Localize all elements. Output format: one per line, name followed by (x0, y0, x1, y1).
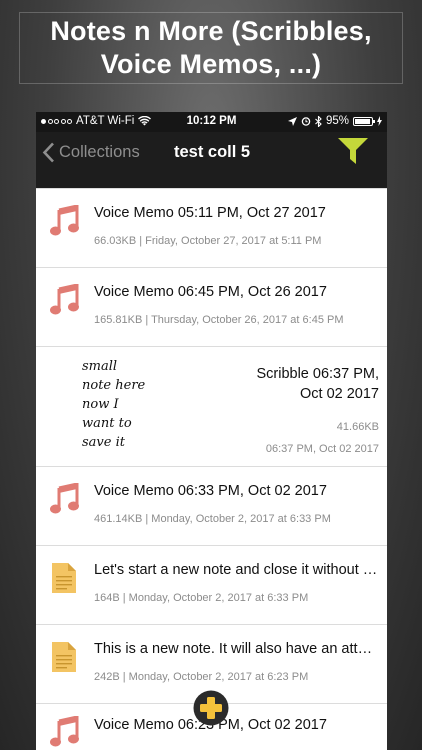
item-meta: 66.03KB | Friday, October 27, 2017 at 5:… (94, 235, 322, 247)
item-size: 41.66KB (336, 421, 379, 433)
promo-line-1: Notes n More (Scribbles, (50, 16, 372, 46)
handwriting-line: now I (82, 397, 119, 412)
page-title: test coll 5 (174, 143, 251, 161)
location-icon (287, 116, 297, 126)
music-note-icon (50, 716, 79, 747)
battery-percent: 95% (325, 115, 349, 127)
scribble-thumbnail: small note here now I want to save it (82, 357, 172, 457)
phone-screen: AT&T Wi-Fi 10:12 PM 95% Collections test… (36, 112, 387, 750)
item-meta: 164B | Monday, October 2, 2017 at 6:33 P… (94, 592, 309, 604)
item-title-line-1: Scribble 06:37 PM, (256, 366, 379, 382)
item-title-line-2: Oct 02 2017 (300, 386, 379, 402)
list-item-voice-memo[interactable]: Voice Memo 06:45 PM, Oct 26 2017 165.81K… (36, 267, 387, 346)
note-file-icon (52, 563, 76, 593)
battery-icon (353, 116, 375, 126)
promo-banner: Notes n More (Scribbles, Voice Memos, ..… (19, 12, 403, 84)
back-label: Collections (59, 143, 140, 161)
item-title: Scribble 06:37 PM, Oct 02 2017 (256, 364, 379, 404)
item-title: Voice Memo 05:11 PM, Oct 27 2017 (94, 205, 326, 221)
item-title: Let's start a new note and close it with… (94, 562, 379, 578)
status-right: 95% (287, 115, 382, 127)
list-item-voice-memo[interactable]: Voice Memo 06:33 PM, Oct 02 2017 461.14K… (36, 466, 387, 545)
item-meta: 461.14KB | Monday, October 2, 2017 at 6:… (94, 513, 331, 525)
bluetooth-icon (315, 115, 322, 127)
status-bar: AT&T Wi-Fi 10:12 PM 95% (36, 112, 387, 132)
charging-icon (377, 116, 382, 126)
alarm-icon (301, 117, 311, 126)
promo-line-2: Voice Memos, ...) (100, 49, 322, 79)
item-title: Voice Memo 06:45 PM, Oct 26 2017 (94, 284, 327, 300)
list-item-note[interactable]: Let's start a new note and close it with… (36, 545, 387, 624)
handwriting-line: want to (82, 416, 132, 431)
add-button[interactable] (193, 690, 229, 726)
item-title: This is a new note. It will also have an… (94, 641, 379, 657)
item-meta: 242B | Monday, October 2, 2017 at 6:23 P… (94, 671, 309, 683)
navigation-bar: Collections test coll 5 (36, 132, 387, 192)
music-note-icon (50, 205, 79, 236)
handwriting-line: note here (82, 378, 146, 393)
music-note-icon (50, 284, 79, 315)
note-file-icon (52, 642, 76, 672)
list-item-scribble[interactable]: small note here now I want to save it Sc… (36, 346, 387, 466)
list-item-voice-memo[interactable]: Voice Memo 05:11 PM, Oct 27 2017 66.03KB… (36, 188, 387, 267)
handwriting-line: small (82, 359, 118, 374)
plus-icon (193, 690, 229, 726)
item-title: Voice Memo 06:33 PM, Oct 02 2017 (94, 483, 327, 499)
handwriting-line: save it (82, 435, 125, 450)
back-button[interactable]: Collections (42, 142, 140, 163)
music-note-icon (50, 483, 79, 514)
filter-icon (338, 138, 368, 164)
item-meta: 165.81KB | Thursday, October 26, 2017 at… (94, 314, 344, 326)
item-time: 06:37 PM, Oct 02 2017 (265, 443, 379, 455)
chevron-left-icon (42, 142, 54, 163)
filter-button[interactable] (337, 137, 369, 165)
